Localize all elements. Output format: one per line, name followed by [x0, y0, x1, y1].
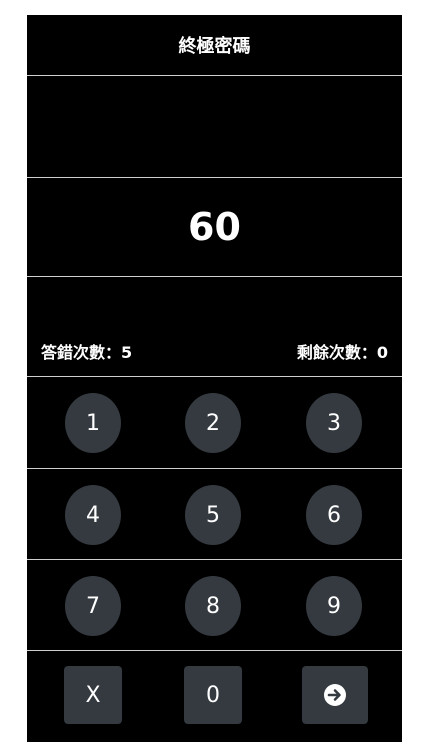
stats-area: 答錯次數：5 剩餘次數：0	[27, 277, 402, 375]
countdown-timer: 60	[188, 204, 241, 249]
key-8-button[interactable]: 8	[185, 576, 241, 636]
key-0-button[interactable]: 0	[184, 666, 242, 724]
remaining-count: 剩餘次數：0	[296, 343, 388, 362]
key-7-button[interactable]: 7	[65, 576, 121, 636]
key-4-button[interactable]: 4	[65, 485, 121, 545]
wrong-count: 答錯次數：5	[41, 343, 133, 362]
arrow-right-circle-icon	[324, 684, 346, 706]
guess-display	[27, 76, 402, 176]
keypad-row-2: 4 5 6	[27, 469, 402, 559]
key-1-button[interactable]: 1	[65, 393, 121, 453]
key-3-button[interactable]: 3	[306, 393, 362, 453]
enter-button[interactable]	[302, 666, 368, 724]
keypad-row-3: 7 8 9	[27, 560, 402, 650]
key-2-button[interactable]: 2	[185, 393, 241, 453]
key-9-button[interactable]: 9	[306, 576, 362, 636]
key-5-button[interactable]: 5	[185, 485, 241, 545]
key-6-button[interactable]: 6	[306, 485, 362, 545]
keypad-row-bottom: X 0	[27, 651, 402, 741]
page-title: 終極密碼	[178, 36, 251, 57]
game-panel: 終極密碼 60 答錯次數：5 剩餘次數：0 1 2 3 4 5 6 7 8 9 …	[27, 15, 402, 742]
keypad-row-1: 1 2 3	[27, 377, 402, 467]
clear-button[interactable]: X	[64, 666, 122, 724]
